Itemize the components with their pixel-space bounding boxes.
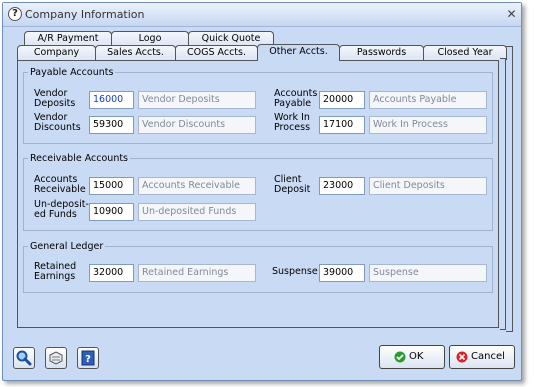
retained-earnings-account-input[interactable]: 32000: [89, 264, 134, 282]
undeposited-funds-description: Un-deposited Funds: [138, 203, 256, 221]
help-icon: ?: [81, 350, 95, 366]
work-in-process-description: Work In Process: [369, 116, 487, 134]
suspense-account-input[interactable]: 39000: [319, 264, 365, 282]
accounts-receivable-account-input[interactable]: 15000: [89, 177, 134, 195]
undeposited-funds-label: Un-deposit- ed Funds: [34, 199, 89, 220]
client-deposit-account-input[interactable]: 23000: [319, 177, 365, 195]
retained-earnings-label: Retained Earnings: [34, 261, 77, 282]
window-title: Company Information: [25, 8, 145, 21]
suspense-label: Suspense: [272, 266, 318, 277]
cancel-label: Cancel: [471, 351, 505, 362]
receivable-accounts-title: Receivable Accounts: [30, 153, 129, 164]
accounts-receivable-description: Accounts Receivable: [138, 177, 256, 195]
vendor-discounts-description: Vendor Discounts: [138, 116, 256, 134]
tab-closed-year[interactable]: Closed Year: [423, 45, 507, 60]
vendor-discounts-label: Vendor Discounts: [34, 112, 81, 133]
vendor-deposits-description: Vendor Deposits: [138, 91, 256, 109]
work-in-process-account-input[interactable]: 17100: [319, 116, 365, 134]
suspense-description: Suspense: [369, 264, 487, 282]
tools-icon: [49, 351, 63, 365]
work-in-process-label: Work In Process: [274, 112, 311, 133]
vendor-deposits-label: Vendor Deposits: [34, 88, 76, 109]
magnifier-icon: [16, 350, 32, 366]
help-button[interactable]: ?: [77, 347, 99, 369]
tab-other-accts[interactable]: Other Accts.: [257, 44, 340, 61]
accounts-payable-label: Accounts Payable: [274, 88, 318, 109]
tab-logo[interactable]: Logo: [111, 31, 189, 46]
tab-stack-edge: [500, 58, 506, 330]
tab-passwords[interactable]: Passwords: [339, 45, 424, 60]
retained-earnings-description: Retained Earnings: [138, 264, 256, 282]
general-ledger-title: General Ledger: [30, 241, 104, 252]
tab-ar-payment[interactable]: A/R Payment: [24, 31, 112, 46]
ok-label: OK: [409, 351, 424, 362]
question-icon: ?: [8, 7, 22, 21]
tab-company[interactable]: Company: [17, 45, 96, 60]
tab-sales-accts[interactable]: Sales Accts.: [95, 45, 176, 60]
ok-button[interactable]: OK: [379, 345, 445, 369]
other-accts-panel: Payable Accounts Vendor Deposits 16000 V…: [17, 60, 499, 328]
payable-accounts-title: Payable Accounts: [30, 67, 114, 78]
undeposited-funds-account-input[interactable]: 10900: [89, 203, 134, 221]
accounts-payable-account-input[interactable]: 20000: [319, 91, 365, 109]
green-check-icon: [394, 351, 406, 363]
tools-button[interactable]: [45, 347, 67, 369]
tab-cogs-accts[interactable]: COGS Accts.: [175, 45, 258, 60]
red-x-icon: [456, 351, 468, 363]
title-bar: ? Company Information ✕: [3, 3, 521, 27]
client-deposit-description: Client Deposits: [369, 177, 487, 195]
accounts-receivable-label: Accounts Receivable: [34, 174, 86, 195]
search-button[interactable]: [13, 347, 35, 369]
vendor-deposits-account-input[interactable]: 16000: [89, 91, 134, 109]
cancel-button[interactable]: Cancel: [449, 345, 515, 369]
vendor-discounts-account-input[interactable]: 59300: [89, 116, 134, 134]
close-icon[interactable]: ✕: [505, 8, 518, 21]
accounts-payable-description: Accounts Payable: [369, 91, 487, 109]
client-deposit-label: Client Deposit: [274, 174, 311, 195]
company-information-window: ? Company Information ✕ A/R Payment Logo…: [2, 2, 522, 381]
tab-stack-edge: [506, 46, 513, 332]
svg-text:?: ?: [85, 354, 91, 365]
